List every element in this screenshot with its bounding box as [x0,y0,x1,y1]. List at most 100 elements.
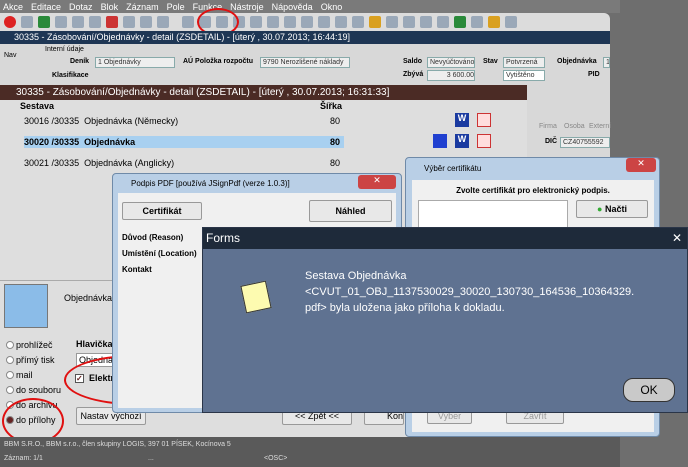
cert-prompt: Zvolte certifikát pro elektronický podpi… [456,186,610,195]
link-icon[interactable] [267,16,279,28]
sort-asc-icon[interactable] [123,16,135,28]
check-icon[interactable] [420,16,432,28]
word-icon[interactable]: W [455,134,469,148]
menu-bar: Akce Editace Dotaz Blok Záznam Pole Funkce Nást… [0,0,620,13]
notes-icon[interactable] [403,16,415,28]
ok-button[interactable]: OK [623,378,675,402]
stav-label: Stav [483,58,498,65]
menu-nastroje[interactable]: Nástroje [230,2,264,12]
externi-radio[interactable]: Externí [589,123,611,130]
reason-label: Důvod (Reason) [122,233,184,242]
pdf-sign-icon[interactable] [477,134,491,148]
zbyva-field[interactable]: 3 600.00 [427,70,475,81]
insert-icon[interactable] [21,16,33,28]
location-label: Umístění (Location) [122,249,197,258]
search-icon[interactable] [250,16,262,28]
forms-message-dialog: Forms ✕ Sestava Objednávka <CVUT_01_OBJ_11… [202,227,688,413]
status-dots: ... [148,455,154,462]
denik-label: Deník [70,58,90,65]
col-sirka: Šířka [320,101,343,111]
doc-icon[interactable] [335,16,347,28]
record-counter: Záznam: 1/1 [4,455,43,462]
load-button[interactable]: ● Načti [576,200,648,218]
denik-field[interactable]: 1 Objednávky [95,57,175,68]
pdf-icon[interactable] [477,113,491,127]
dic-field[interactable]: CZ40755592 [560,137,610,148]
firma-radio[interactable]: Firma [539,123,557,130]
output-primy-tisk[interactable]: přímý tisk [6,355,55,365]
menu-napoveda[interactable]: Nápověda [272,2,313,12]
saldo-label: Saldo [403,58,423,65]
stav2-field[interactable]: Vytištěno [503,70,545,81]
pid-label: PID [588,71,600,78]
excel-icon[interactable] [454,16,466,28]
close-icon[interactable]: ✕ [358,175,396,189]
menu-blok[interactable]: Blok [101,2,119,12]
exit-icon[interactable] [4,16,16,28]
certificate-button[interactable]: Certifikát [122,202,202,220]
klasifikace-label: Klasifikace [52,72,89,79]
output-prohlizec[interactable]: prohlížeč [6,340,53,350]
paste-icon[interactable] [89,16,101,28]
au-label: AÚ Položka rozpočtu [183,58,254,65]
delete-icon[interactable] [106,16,118,28]
menu-zaznam[interactable]: Záznam [126,2,159,12]
info-icon[interactable] [471,16,483,28]
list-icon[interactable] [301,16,313,28]
stav-field[interactable]: Potvrzená [503,57,545,68]
tools-icon[interactable] [284,16,296,28]
chart-icon[interactable] [386,16,398,28]
printer-help-icon[interactable] [4,284,48,328]
output-mail[interactable]: mail [6,370,33,380]
objednavka-field[interactable]: 1137530029 [603,57,610,68]
report-dialog-title: 30335 - Zásobování/Objednávky - detail (… [0,85,527,100]
au-field[interactable]: 9790 Nerozlišené náklady [260,57,350,68]
osoba-radio[interactable]: Osoba [564,123,585,130]
output-do-souboru[interactable]: do souboru [6,385,61,395]
saldo-field[interactable]: Nevyúčtováno [427,57,475,68]
calc-icon[interactable] [318,16,330,28]
pdf-dialog-title: Podpis PDF [používá JSignPdf (verze 1.0.… [131,179,290,188]
print-icon[interactable] [182,16,194,28]
zbyva-label: Zbývá [403,71,424,78]
close-icon[interactable]: ✕ [672,228,682,249]
selected-report-name: Objednávka [64,293,113,303]
objednavka-label: Objednávka [557,58,597,65]
status-osc: <OSC> [264,455,288,462]
save-icon[interactable] [38,16,50,28]
sum-icon[interactable] [437,16,449,28]
copy-icon[interactable] [72,16,84,28]
col-sestava: Sestava [20,101,55,111]
main-window-title: 30335 - Zásobování/Objednávky - detail (… [0,31,610,44]
menu-okno[interactable]: Okno [321,2,343,12]
report-row-selected[interactable]: 30020 /30335 Objednávka 80 [24,136,344,148]
menu-editace[interactable]: Editace [31,2,61,12]
star-icon[interactable] [369,16,381,28]
help-icon[interactable] [488,16,500,28]
sign-icon[interactable] [433,134,447,148]
message-text: Sestava Objednávka <CVUT_01_OBJ_113753002… [305,270,635,314]
sort-desc-icon[interactable] [140,16,152,28]
menu-dotaz[interactable]: Dotaz [69,2,93,12]
globe-icon[interactable] [352,16,364,28]
forms-title: Forms [206,231,240,245]
company-info: BBM S.R.O., BBM s.r.o., člen skupiny LOG… [4,441,231,448]
menu-akce[interactable]: Akce [3,2,23,12]
group-label: Interní údaje [45,46,84,53]
close-icon[interactable]: ✕ [626,158,656,172]
dic-label: DIČ [545,138,558,145]
report-row[interactable]: 30021 /30335 Objednávka (Anglicky) 80 [24,157,344,169]
report-row[interactable]: 30016 /30335 Objednávka (Německy) 80 [24,115,344,127]
filter-icon[interactable] [157,16,169,28]
main-form: Nav Interní údaje Deník 1 Objednávky AÚ … [0,44,610,86]
preview-button[interactable]: Náhled [309,200,392,222]
undo-icon[interactable] [55,16,67,28]
nav-radio[interactable]: Nav [4,52,16,59]
word-icon[interactable]: W [455,113,469,127]
contact-label: Kontakt [122,265,152,274]
toolbar [0,13,610,31]
forms-title-bar: Forms ✕ [203,228,687,249]
cert-dialog-title: Výběr certifikátu [424,164,482,173]
menu-pole[interactable]: Pole [167,2,185,12]
context-help-icon[interactable] [505,16,517,28]
